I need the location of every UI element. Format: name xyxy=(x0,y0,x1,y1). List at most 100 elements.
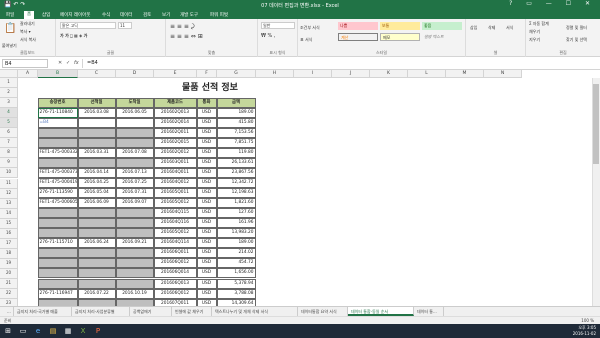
data-cell[interactable]: USD xyxy=(196,228,217,239)
data-cell[interactable]: 161.96 xyxy=(216,218,256,229)
data-cell[interactable] xyxy=(37,278,78,289)
data-cell[interactable] xyxy=(37,258,78,269)
header-cell[interactable]: 통화 xyxy=(196,97,217,108)
data-cell[interactable]: =B4 xyxy=(37,117,78,128)
data-cell[interactable]: 201604Q012 xyxy=(153,178,197,189)
data-cell[interactable]: FET1-475-000419 xyxy=(37,178,78,189)
column-header-k[interactable]: K xyxy=(370,70,408,78)
data-cell[interactable] xyxy=(77,117,116,128)
row-header[interactable]: 18 xyxy=(0,248,18,259)
sheet-tab[interactable]: 공백없애기 xyxy=(130,307,172,316)
data-cell[interactable]: 189.00 xyxy=(216,107,256,118)
row-header[interactable]: 5 xyxy=(0,118,18,129)
data-cell[interactable] xyxy=(115,117,154,128)
header-cell[interactable]: 도착일 xyxy=(115,97,154,108)
vertical-scroll-thumb[interactable] xyxy=(593,84,599,164)
row-header[interactable]: 15 xyxy=(0,218,18,229)
column-header-e[interactable]: E xyxy=(154,70,197,78)
row-header[interactable]: 3 xyxy=(0,98,18,109)
data-cell[interactable] xyxy=(77,157,116,168)
sheet-tab[interactable]: 데이터 통합-동일 순서 xyxy=(348,307,414,316)
row-header[interactable]: 2 xyxy=(0,88,18,99)
data-cell[interactable]: USD xyxy=(196,127,217,138)
data-cell[interactable]: 201605Q012 xyxy=(153,228,197,239)
data-cell[interactable]: USD xyxy=(196,238,217,249)
data-cell[interactable]: 415.80 xyxy=(216,117,256,128)
data-cell[interactable] xyxy=(37,157,78,168)
row-header[interactable]: 8 xyxy=(0,148,18,159)
data-cell[interactable]: 14,309.64 xyxy=(216,298,256,306)
tab-formulas[interactable]: 수식 xyxy=(102,12,110,18)
align-icons-2[interactable]: ≡ ≡ ≡ ⇔ ⊞ xyxy=(170,33,203,40)
data-cell[interactable] xyxy=(115,218,154,229)
row-header[interactable]: 17 xyxy=(0,238,18,249)
data-cell[interactable]: 201604Q011 xyxy=(153,167,197,178)
data-cell[interactable]: 276-71-116947 xyxy=(37,288,78,299)
sort-filter-button[interactable]: 정렬 및 필터 xyxy=(566,25,587,31)
data-cell[interactable]: 119.80 xyxy=(216,147,256,158)
data-cell[interactable]: 26,133.61 xyxy=(216,157,256,168)
data-cell[interactable]: 214.02 xyxy=(216,248,256,259)
row-header[interactable]: 1 xyxy=(0,78,18,89)
data-cell[interactable]: USD xyxy=(196,178,217,189)
sheet-tab[interactable]: 금지지 처리-사업분류별 xyxy=(72,307,130,316)
data-cell[interactable]: USD xyxy=(196,198,217,209)
data-cell[interactable]: 201606Q014 xyxy=(153,268,197,279)
row-header[interactable]: 16 xyxy=(0,228,18,239)
bold-icon[interactable]: 가 가 가̲ ▦ ◈ 가 xyxy=(60,33,87,39)
data-cell[interactable]: 2016.07.31 xyxy=(115,188,154,199)
data-cell[interactable] xyxy=(77,127,116,138)
style-bad[interactable]: 나쁨 xyxy=(338,22,378,30)
data-cell[interactable] xyxy=(115,137,154,148)
column-header-m[interactable]: M xyxy=(446,70,484,78)
data-cell[interactable]: USD xyxy=(196,137,217,148)
data-cell[interactable]: USD xyxy=(196,117,217,128)
tab-insert[interactable]: 삽입 xyxy=(42,12,50,18)
style-calculation[interactable]: 계산 xyxy=(338,33,378,41)
insert-cells-button[interactable]: 삽입 xyxy=(470,25,477,31)
excel-taskbar-icon[interactable]: X xyxy=(78,326,88,336)
sheet-tab[interactable]: 데이터통합 요약 서식 xyxy=(298,307,348,316)
data-cell[interactable] xyxy=(115,157,154,168)
data-cell[interactable]: 12,198.63 xyxy=(216,188,256,199)
data-cell[interactable] xyxy=(37,298,78,306)
data-cell[interactable]: 201604Q114 xyxy=(153,238,197,249)
column-header-a[interactable]: A xyxy=(18,70,38,78)
data-cell[interactable]: 201602Q013 xyxy=(153,107,197,118)
clear-button[interactable]: 지우기 xyxy=(529,37,540,43)
data-cell[interactable] xyxy=(115,268,154,279)
row-header[interactable]: 9 xyxy=(0,158,18,169)
data-cell[interactable]: FET1-475-000332 xyxy=(37,147,78,158)
data-cell[interactable]: 201604Q116 xyxy=(153,218,197,229)
data-cell[interactable]: 276-71-110840 xyxy=(37,107,78,118)
sheet-tab[interactable]: 데이터 통... xyxy=(414,307,444,316)
data-cell[interactable]: 13,983.20 xyxy=(216,228,256,239)
data-cell[interactable]: USD xyxy=(196,248,217,259)
cancel-icon[interactable]: ✕ xyxy=(58,60,62,66)
number-format-select[interactable]: 일반 xyxy=(261,22,295,29)
tab-file[interactable]: 파일 xyxy=(6,12,14,18)
data-cell[interactable]: USD xyxy=(196,288,217,299)
tab-review[interactable]: 검토 xyxy=(143,12,151,18)
data-cell[interactable]: USD xyxy=(196,107,217,118)
cut-button[interactable]: 잘라내기 xyxy=(20,21,35,27)
data-cell[interactable] xyxy=(115,228,154,239)
data-cell[interactable]: 2016.05.04 xyxy=(77,188,116,199)
number-format-icons[interactable]: ₩ % , xyxy=(261,33,275,39)
data-cell[interactable] xyxy=(37,248,78,259)
data-cell[interactable]: USD xyxy=(196,218,217,229)
data-cell[interactable]: 5,378.94 xyxy=(216,278,256,289)
column-header-j[interactable]: J xyxy=(332,70,370,78)
autosum-button[interactable]: Σ 자동 합계 xyxy=(529,21,549,27)
data-cell[interactable]: 2016.06.24 xyxy=(77,238,116,249)
fx-icon[interactable]: fx xyxy=(74,60,79,66)
sheet-tab[interactable]: 금지지 처리-국가별 매출 xyxy=(14,307,72,316)
data-cell[interactable] xyxy=(115,127,154,138)
sheet-tab[interactable]: ... xyxy=(4,307,14,316)
format-cells-button[interactable]: 서식 xyxy=(506,25,513,31)
font-size-select[interactable]: 11 xyxy=(118,22,132,29)
data-cell[interactable] xyxy=(77,248,116,259)
row-header[interactable]: 6 xyxy=(0,128,18,139)
style-explanatory[interactable]: 설명 텍스트 xyxy=(422,33,462,41)
data-cell[interactable]: USD xyxy=(196,147,217,158)
